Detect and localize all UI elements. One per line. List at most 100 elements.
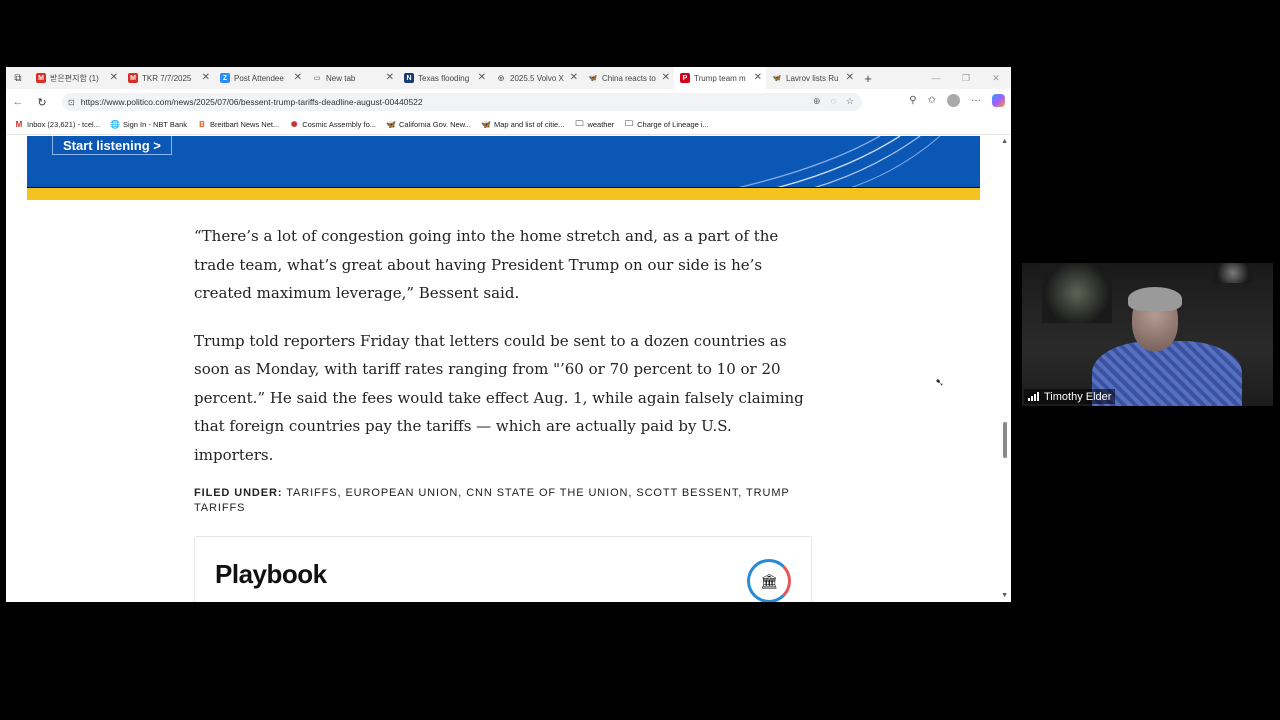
browser-tab[interactable]: N Texas flooding ✕ bbox=[398, 67, 490, 89]
tab-close-icon[interactable]: ✕ bbox=[570, 72, 578, 83]
bookmark-item[interactable]: 🗀 Charge of Lineage i... bbox=[624, 118, 709, 130]
topic-tag-link[interactable]: SCOTT BESSENT bbox=[636, 487, 738, 499]
browser-tab[interactable]: 🦋 China reacts to ✕ bbox=[582, 67, 674, 89]
newsletter-promo-card[interactable]: Playbook 🏛 bbox=[194, 536, 812, 602]
browser-tab[interactable]: M 받은편지함 (1) ✕ bbox=[30, 67, 122, 89]
scroll-thumb[interactable] bbox=[1003, 422, 1007, 458]
tab-close-icon[interactable]: ✕ bbox=[754, 72, 762, 83]
article-body: “There’s a lot of congestion going into … bbox=[194, 222, 814, 488]
newtab-icon: ▭ bbox=[313, 75, 321, 82]
news-icon: N bbox=[404, 73, 414, 83]
tab-actions-icon: ⧉ bbox=[14, 72, 22, 84]
participant-video-tile[interactable]: Timothy Elder bbox=[1022, 263, 1273, 406]
browser-tab[interactable]: M TKR 7/7/2025 ✕ bbox=[122, 67, 214, 89]
background-window bbox=[1042, 263, 1112, 323]
favorites-icon[interactable]: ✩ bbox=[928, 95, 936, 106]
audio-banner: Start listening > bbox=[27, 136, 980, 200]
folder-icon: 🗀 bbox=[625, 118, 634, 128]
participant-name: Timothy Elder bbox=[1044, 390, 1112, 403]
bookmark-label: Sign In - NBT Bank bbox=[122, 120, 188, 129]
bookmark-item[interactable]: 🦋 California Gov. New... bbox=[386, 120, 471, 130]
tab-close-icon[interactable]: ✕ bbox=[478, 72, 486, 83]
browser-window: ⧉ M 받은편지함 (1) ✕ M TKR 7/7/2025 ✕ Z Post Attende… bbox=[6, 67, 1011, 602]
browser-toolbar: ⚲ ✩ ··· bbox=[909, 94, 1005, 107]
tab-close-icon[interactable]: ✕ bbox=[110, 72, 118, 83]
tag-separator: , bbox=[458, 487, 467, 499]
filed-under: FILED UNDER: TARIFFS, EUROPEAN UNION, CN… bbox=[194, 486, 794, 516]
scrollbar[interactable]: ▲ ▼ bbox=[999, 136, 1011, 602]
tab-actions-button[interactable]: ⧉ bbox=[6, 67, 30, 89]
tab-close-icon[interactable]: ✕ bbox=[294, 72, 302, 83]
page-viewport: Start listening > “There’s a lot of cong… bbox=[6, 136, 1011, 602]
bookmark-label: Cosmic Assembly fo... bbox=[302, 120, 376, 129]
article-paragraph: “There’s a lot of congestion going into … bbox=[194, 227, 779, 302]
start-listening-button[interactable]: Start listening > bbox=[52, 136, 172, 155]
zoom-icon[interactable]: ⊕ bbox=[813, 96, 821, 107]
tag-separator: , bbox=[738, 487, 747, 499]
banner-stripe bbox=[27, 187, 980, 200]
gmail-icon: M bbox=[128, 73, 138, 83]
bookmark-item[interactable]: ✺ Cosmic Assembly fo... bbox=[289, 120, 376, 130]
address-bar[interactable]: ⊡ https://www.politico.com/news/2025/07/… bbox=[62, 93, 862, 111]
topic-tag-link[interactable]: TARIFFS bbox=[286, 487, 337, 499]
extensions-icon[interactable]: ⚲ bbox=[909, 95, 916, 106]
navigation-bar: ← ↻ ⊡ https://www.politico.com/news/2025… bbox=[6, 89, 1011, 115]
politico-icon: P bbox=[680, 73, 690, 83]
minimize-button[interactable]: — bbox=[921, 73, 951, 83]
tab-label: Lavrov lists Ru bbox=[786, 73, 839, 83]
bookmark-label: Map and list of citie... bbox=[493, 120, 565, 129]
breitbart-icon: B bbox=[199, 120, 205, 129]
more-menu-icon[interactable]: ··· bbox=[971, 95, 981, 106]
copilot-icon[interactable] bbox=[992, 94, 1005, 107]
topic-tag-link[interactable]: EUROPEAN UNION bbox=[345, 487, 458, 499]
browser-tab[interactable]: Z Post Attendee ✕ bbox=[214, 67, 306, 89]
maximize-button[interactable]: ❐ bbox=[951, 73, 981, 84]
bookmark-item[interactable]: 🦋 Map and list of citie... bbox=[481, 120, 564, 130]
reading-view-icon[interactable]: ◌ bbox=[831, 96, 836, 107]
tab-close-icon[interactable]: ✕ bbox=[662, 72, 670, 83]
bookmark-label: weather bbox=[587, 120, 615, 129]
butterfly-icon: 🦋 bbox=[386, 120, 396, 129]
bookmark-item[interactable]: 🌐 Sign In - NBT Bank bbox=[110, 120, 187, 130]
tab-close-icon[interactable]: ✕ bbox=[846, 72, 854, 83]
back-button[interactable]: ← bbox=[6, 96, 30, 108]
tab-strip: ⧉ M 받은편지함 (1) ✕ M TKR 7/7/2025 ✕ Z Post Attende… bbox=[6, 67, 1011, 89]
tab-label: TKR 7/7/2025 bbox=[142, 73, 192, 83]
mouse-cursor-icon: ➷ bbox=[935, 377, 945, 389]
scroll-up-icon[interactable]: ▲ bbox=[1001, 138, 1008, 145]
bookmark-label: Charge of Lineage i... bbox=[637, 120, 709, 129]
browser-tab[interactable]: P Trump team m ✕ bbox=[674, 67, 766, 89]
refresh-button[interactable]: ↻ bbox=[30, 96, 54, 109]
favorite-star-icon[interactable]: ☆ bbox=[846, 96, 854, 107]
address-url: https://www.politico.com/news/2025/07/06… bbox=[80, 97, 423, 107]
bookmark-label: Breitbart News Net... bbox=[210, 120, 280, 129]
tab-close-icon[interactable]: ✕ bbox=[386, 72, 394, 83]
tab-label: 2025.5 Volvo X bbox=[510, 73, 564, 83]
bookmark-label: Inbox (23,621) - tcel... bbox=[27, 120, 100, 129]
browser-tab[interactable]: 🦋 Lavrov lists Ru ✕ bbox=[766, 67, 858, 89]
browser-tab[interactable]: ▭ New tab ✕ bbox=[306, 67, 398, 89]
article-paragraph: Trump told reporters Friday that letters… bbox=[194, 331, 804, 464]
close-window-button[interactable]: ✕ bbox=[981, 73, 1011, 84]
tab-close-icon[interactable]: ✕ bbox=[202, 72, 210, 83]
bookmark-item[interactable]: M Inbox (23,621) - tcel... bbox=[14, 120, 100, 130]
scroll-down-icon[interactable]: ▼ bbox=[1001, 592, 1008, 599]
gmail-icon: M bbox=[15, 120, 23, 129]
gmail-icon: M bbox=[36, 73, 46, 83]
profile-avatar[interactable] bbox=[947, 94, 960, 107]
new-tab-button[interactable]: + bbox=[858, 71, 878, 86]
tab-label: Post Attendee bbox=[234, 73, 284, 83]
butterfly-icon: 🦋 bbox=[481, 120, 491, 129]
bookmark-label: California Gov. New... bbox=[399, 120, 471, 129]
site-info-icon[interactable]: ⊡ bbox=[68, 98, 75, 107]
butterfly-icon: 🦋 bbox=[772, 75, 782, 82]
browser-tab[interactable]: ◎ 2025.5 Volvo X ✕ bbox=[490, 67, 582, 89]
topic-tag-link[interactable]: CNN STATE OF THE UNION bbox=[466, 487, 628, 499]
folder-icon: 🗀 bbox=[575, 118, 584, 128]
filed-under-label: FILED UNDER: bbox=[194, 487, 283, 499]
tab-label: New tab bbox=[326, 73, 356, 83]
bookmark-item[interactable]: 🗀 weather bbox=[574, 118, 615, 130]
bookmark-item[interactable]: B Breitbart News Net... bbox=[197, 120, 279, 130]
globe-icon: 🌐 bbox=[109, 120, 120, 129]
cosmic-icon: ✺ bbox=[290, 120, 298, 129]
